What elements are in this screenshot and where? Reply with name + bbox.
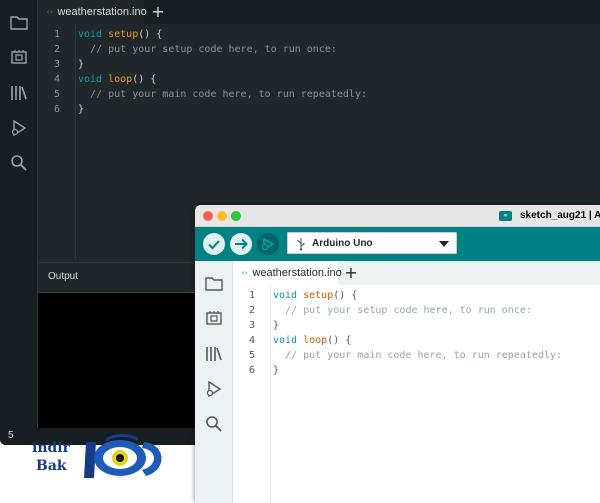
line-number: 2	[53, 44, 60, 55]
dark-sidebar	[0, 0, 38, 445]
window-titlebar: ∞ sketch_aug21 | Ar	[195, 205, 600, 227]
arduino-file-icon: ‹›	[46, 8, 54, 16]
logo-text-line2: Bak	[36, 458, 67, 474]
debug-icon	[261, 237, 275, 251]
board-name: Arduino Uno	[312, 238, 373, 249]
code-line: void setup() {	[273, 290, 358, 301]
folder-icon[interactable]	[204, 273, 224, 293]
indir-bak-logo: indir Bak	[22, 430, 182, 485]
usb-icon	[297, 238, 305, 251]
maximize-window-button[interactable]	[231, 211, 241, 221]
code-line: // put your setup code here, to run once…	[285, 305, 532, 316]
light-code-editor[interactable]: 1 void setup() { 2 // put your setup code …	[233, 285, 600, 503]
line-number: 1	[53, 29, 60, 40]
line-number: 3	[53, 59, 60, 70]
line-number: 6	[248, 365, 255, 376]
verify-icon	[208, 240, 220, 250]
line-number: 4	[53, 74, 60, 85]
library-icon[interactable]	[9, 83, 29, 103]
arduino-app-icon: ∞	[499, 211, 512, 221]
folder-icon[interactable]	[9, 12, 29, 32]
library-icon[interactable]	[204, 344, 224, 364]
line-number: 6	[53, 104, 60, 115]
code-line: }	[273, 365, 280, 376]
code-line: // put your main code here, to run repea…	[90, 89, 367, 100]
code-line: void setup() {	[78, 29, 163, 40]
new-tab-button[interactable]: +	[150, 2, 166, 21]
code-line: }	[78, 104, 85, 115]
verify-button[interactable]	[203, 233, 225, 255]
debug-button[interactable]	[257, 233, 279, 255]
light-ide-window: ∞ sketch_aug21 | Ar Arduino Uno ‹› weath…	[195, 205, 600, 503]
close-window-button[interactable]	[203, 211, 213, 221]
upload-button[interactable]	[230, 233, 252, 255]
logo-text-line1: indir	[32, 440, 70, 456]
board-icon[interactable]	[204, 308, 224, 328]
code-line: // put your setup code here, to run once…	[90, 44, 337, 55]
search-icon[interactable]	[9, 153, 29, 173]
code-line: // put your main code here, to run repea…	[285, 350, 562, 361]
line-number: 2	[248, 305, 255, 316]
new-tab-button[interactable]: +	[343, 263, 359, 282]
code-line: void loop() {	[78, 74, 157, 85]
window-title: sketch_aug21 | Ar	[520, 210, 600, 221]
search-icon[interactable]	[204, 414, 224, 434]
eye-logo-icon	[84, 434, 162, 478]
chevron-down-icon	[439, 241, 449, 247]
tab-label: weatherstation.ino	[57, 6, 147, 18]
code-line: }	[78, 59, 85, 70]
line-number: 4	[248, 335, 255, 346]
light-tab-bar: ‹› weatherstation.ino +	[233, 261, 600, 285]
upload-icon	[235, 238, 248, 250]
tab-label: weatherstation.ino	[252, 267, 342, 279]
tab-weatherstation[interactable]: ‹› weatherstation.ino	[233, 261, 342, 285]
arduino-file-icon: ‹›	[241, 269, 249, 277]
line-number: 5	[53, 89, 60, 100]
light-sidebar	[195, 261, 233, 503]
debug-icon[interactable]	[9, 118, 29, 138]
dark-tab-bar: ‹› weatherstation.ino +	[38, 0, 600, 24]
line-number: 5	[248, 350, 255, 361]
toolbar: Arduino Uno	[195, 227, 600, 261]
tab-weatherstation[interactable]: ‹› weatherstation.ino	[38, 0, 147, 24]
output-label: Output	[48, 271, 79, 282]
debug-icon[interactable]	[204, 379, 224, 399]
line-number: 1	[248, 290, 255, 301]
code-line: void loop() {	[273, 335, 352, 346]
board-selector[interactable]: Arduino Uno	[287, 232, 457, 254]
line-number: 3	[248, 320, 255, 331]
minimize-window-button[interactable]	[217, 211, 227, 221]
board-icon[interactable]	[9, 47, 29, 67]
status-line-number: 5	[8, 430, 14, 441]
code-line: }	[273, 320, 280, 331]
line-gutter	[233, 285, 271, 503]
